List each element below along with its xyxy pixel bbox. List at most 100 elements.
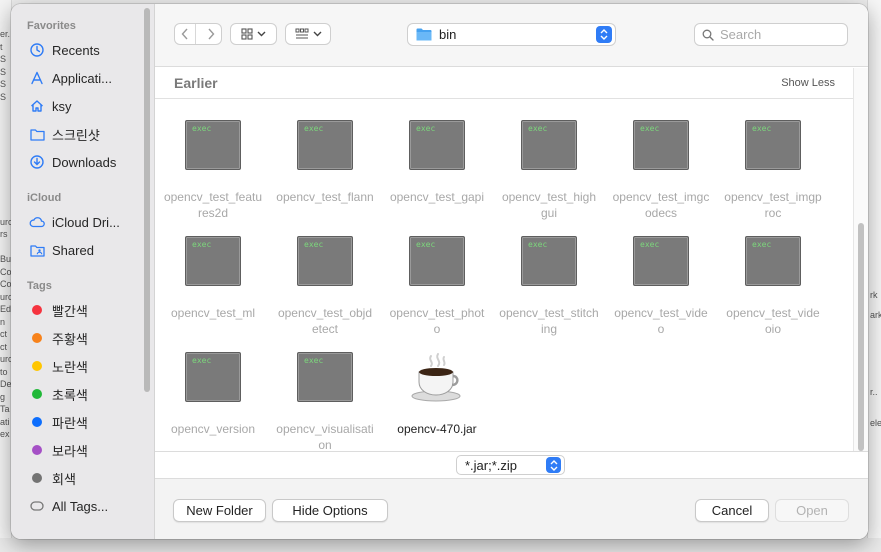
sidebar-tag-red[interactable]: 빨간색: [29, 299, 141, 321]
sidebar-item-label: 파란색: [52, 415, 88, 431]
vertical-scroll-thumb[interactable]: [858, 223, 864, 451]
background-text-fragment: [0, 116, 11, 129]
background-text-fragment: ark: [870, 310, 881, 320]
applications-icon: [29, 70, 45, 86]
file-item: exec opencv_test_videoio: [717, 236, 829, 337]
sidebar-item-home[interactable]: ksy: [29, 95, 141, 117]
background-text-fragment: Ta: [0, 404, 10, 414]
cancel-button[interactable]: Cancel: [695, 499, 769, 522]
executable-file-icon: exec: [297, 236, 353, 286]
hide-options-button[interactable]: Hide Options: [272, 499, 388, 522]
sidebar-item-label: 보라색: [52, 443, 88, 459]
yellow-tag-dot-icon: [32, 361, 42, 371]
sidebar-tag-purple[interactable]: 보라색: [29, 439, 141, 461]
back-button[interactable]: [175, 24, 197, 44]
java-jar-icon: [409, 352, 465, 402]
group-header: Earlier Show Less: [155, 68, 853, 99]
sidebar-section-favorites: Favorites: [27, 20, 76, 32]
sidebar-item-label: All Tags...: [52, 498, 109, 514]
background-text-fragment: Co: [0, 266, 11, 277]
popup-stepper-icon: [596, 26, 612, 43]
background-text-fragment: [0, 153, 11, 166]
background-text-fragment: [0, 103, 11, 116]
open-file-dialog: Favorites Recents Applicati... ksy 스크린샷: [11, 4, 868, 539]
show-less-button[interactable]: Show Less: [781, 77, 835, 89]
background-text-fragment: Bu: [0, 254, 11, 264]
background-text-fragment: ele: [870, 418, 881, 428]
sidebar-item-label: iCloud Dri...: [52, 214, 120, 230]
sidebar-item-applications[interactable]: Applicati...: [29, 67, 141, 89]
sidebar-item-icloud-drive[interactable]: iCloud Dri...: [29, 211, 141, 233]
executable-file-icon: exec: [521, 120, 577, 170]
background-text-fragment: [0, 128, 11, 141]
file-item: exec opencv_test_features2d: [157, 120, 269, 221]
exec-badge: exec: [528, 240, 548, 249]
background-text-fragment: rs: [0, 229, 8, 239]
file-name: opencv_test_ml: [170, 306, 256, 320]
sidebar-tag-orange[interactable]: 주황색: [29, 327, 141, 349]
gray-tag-dot-icon: [32, 473, 42, 483]
background-text-fragment: Ed: [0, 304, 11, 314]
popup-stepper-icon: [546, 457, 561, 473]
shared-folder-icon: [29, 242, 45, 258]
home-icon: [29, 98, 45, 114]
exec-badge: exec: [304, 240, 324, 249]
clock-icon: [29, 42, 45, 58]
sidebar-item-recents[interactable]: Recents: [29, 39, 141, 61]
icon-view-grid-icon: [241, 28, 253, 40]
exec-badge: exec: [752, 124, 772, 133]
background-text-fragment: S: [0, 91, 7, 102]
file-name: opencv_test_flann: [276, 190, 374, 204]
background-text-fragment: ex: [0, 429, 10, 439]
sidebar-tag-yellow[interactable]: 노란색: [29, 355, 141, 377]
file-name: opencv_test_objdetect: [277, 306, 373, 336]
location-label: bin: [439, 27, 457, 42]
sidebar-tag-gray[interactable]: 회색: [29, 467, 141, 489]
sidebar-tag-green[interactable]: 초록색: [29, 383, 141, 405]
background-text-fragment: rk: [870, 290, 878, 300]
vertical-scrollbar[interactable]: [853, 68, 868, 451]
file-name: opencv_test_stitching: [499, 306, 599, 336]
purple-tag-dot-icon: [32, 445, 42, 455]
forward-button[interactable]: [200, 24, 221, 44]
exec-badge: exec: [640, 240, 660, 249]
sidebar-item-label: 주황색: [52, 331, 88, 347]
background-bottom-bar: [0, 538, 881, 552]
background-text-fragment: S: [0, 66, 7, 77]
file-browser: bin Search Earlier Show Less exec opencv_…: [155, 4, 868, 539]
group-by-button[interactable]: [285, 23, 331, 45]
file-name: opencv_test_imgcodecs: [612, 190, 710, 220]
sidebar-item-shared[interactable]: Shared: [29, 239, 141, 261]
search-field[interactable]: Search: [694, 23, 848, 46]
executable-file-icon: exec: [297, 120, 353, 170]
file-item: exec opencv_test_imgproc: [717, 120, 829, 221]
file-type-select[interactable]: *.jar;*.zip: [456, 455, 565, 475]
file-item[interactable]: opencv-470.jar: [381, 352, 493, 437]
sidebar-item-screenshots[interactable]: 스크린샷: [29, 123, 141, 145]
history-nav: [174, 23, 222, 45]
search-placeholder: Search: [720, 27, 762, 42]
open-button[interactable]: Open: [775, 499, 849, 522]
sidebar-item-downloads[interactable]: Downloads: [29, 151, 141, 173]
exec-badge: exec: [304, 356, 324, 365]
exec-badge: exec: [192, 356, 212, 365]
new-folder-button[interactable]: New Folder: [173, 499, 266, 522]
sidebar-all-tags[interactable]: All Tags...: [29, 495, 141, 517]
background-text-fragment: t: [0, 41, 3, 52]
file-name: opencv_test_imgproc: [724, 190, 822, 220]
group-title: Earlier: [174, 75, 218, 91]
sidebar: Favorites Recents Applicati... ksy 스크린샷: [11, 4, 155, 539]
exec-badge: exec: [528, 124, 548, 133]
executable-file-icon: exec: [409, 236, 465, 286]
background-text-fragment: [0, 166, 11, 179]
location-popup[interactable]: bin: [407, 23, 616, 46]
file-item: exec opencv_version: [157, 352, 269, 437]
chevron-left-icon: [181, 28, 188, 40]
chevron-right-icon: [208, 28, 214, 40]
exec-badge: exec: [416, 240, 436, 249]
sidebar-tag-blue[interactable]: 파란색: [29, 411, 141, 433]
sidebar-scrollbar[interactable]: [144, 8, 150, 392]
file-item: exec opencv_test_ml: [157, 236, 269, 321]
background-text-fragment: ct: [0, 341, 8, 352]
view-mode-button[interactable]: [230, 23, 277, 45]
